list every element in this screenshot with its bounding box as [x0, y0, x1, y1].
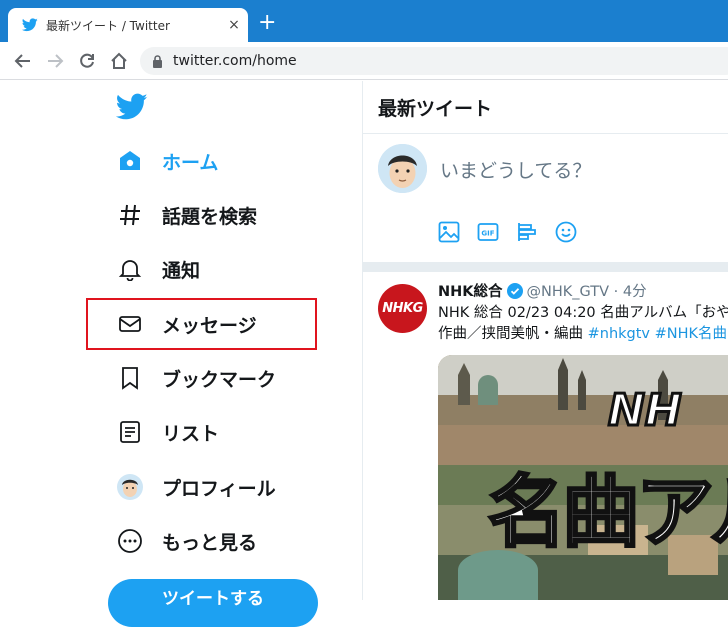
reload-button[interactable] [76, 50, 98, 72]
sidebar-item-lists[interactable]: リスト [86, 406, 316, 458]
sidebar-item-profile[interactable]: プロフィール [86, 461, 316, 513]
compose-toolbar: GIF [437, 220, 593, 244]
url-field[interactable]: twitter.com/home [140, 47, 728, 75]
verified-badge-icon [506, 283, 523, 299]
sidebar-item-label: メッセージ [162, 314, 257, 337]
sidebar-item-label: ホーム [162, 151, 219, 174]
compose-separator [363, 262, 728, 272]
media-caption-title: 名曲アル [486, 467, 728, 560]
sidebar-item-home[interactable]: ホーム [86, 135, 316, 187]
sidebar-item-label: もっと見る [162, 531, 258, 554]
envelope-icon [116, 310, 144, 338]
lock-icon [153, 54, 162, 68]
sidebar-item-notifications[interactable]: 通知 [86, 243, 316, 295]
sidebar-item-bookmarks[interactable]: ブックマーク [86, 352, 316, 404]
avatar[interactable] [378, 144, 427, 193]
back-arrow-icon [14, 54, 30, 68]
more-icon [116, 527, 144, 555]
tweet-author-handle[interactable]: @NHK_GTV [527, 284, 610, 300]
separator-dot: · [613, 284, 619, 300]
bookmark-icon [116, 364, 144, 392]
twitter-logo-icon[interactable] [116, 93, 148, 121]
address-bar: twitter.com/home [0, 42, 728, 80]
media-caption-nhk: NH [607, 384, 684, 438]
poll-icon[interactable] [515, 220, 539, 244]
forward-arrow-icon [48, 54, 64, 68]
reload-icon [80, 53, 94, 68]
gif-icon[interactable]: GIF [476, 220, 500, 244]
user-avatar-icon [378, 144, 427, 193]
avatar-icon [116, 473, 144, 501]
compose-box: いまどうしてる？ GIF [363, 134, 728, 262]
bell-icon [116, 255, 144, 283]
sidebar-item-label: リスト [162, 422, 220, 445]
browser-tab-bar: 最新ツイート / Twitter × + [0, 0, 728, 42]
twitter-page: ホーム 話題を検索 通知 メッセージ ブックマーク リスト プロフィール もっと… [0, 81, 728, 627]
forward-button[interactable] [44, 50, 66, 72]
sidebar-item-more[interactable]: もっと見る [86, 515, 316, 567]
tweet-line-1: NHK 総合 02/23 04:20 名曲アルバム「おやす [438, 305, 728, 321]
sidebar-item-label: 通知 [162, 259, 201, 282]
tweet-timestamp[interactable]: 4分 [623, 284, 647, 300]
sidebar-item-label: プロフィール [162, 477, 276, 500]
url-text: twitter.com/home [173, 53, 297, 69]
browser-home-icon [111, 52, 127, 69]
compose-input[interactable]: いまどうしてる？ [440, 156, 591, 183]
sidebar-item-explore[interactable]: 話題を検索 [86, 189, 316, 241]
browser-tab[interactable]: 最新ツイート / Twitter × [8, 8, 248, 42]
list-icon [116, 418, 144, 446]
back-button[interactable] [12, 50, 34, 72]
image-icon[interactable] [437, 220, 461, 244]
tab-title: 最新ツイート / Twitter [46, 18, 170, 33]
emoji-icon[interactable] [554, 220, 578, 244]
sidebar-item-label: ブックマーク [162, 368, 277, 391]
new-tab-button[interactable]: + [258, 12, 276, 34]
home-icon [116, 147, 144, 175]
hashtag-link[interactable]: #nhkgtv [588, 326, 650, 342]
tab-close-icon[interactable]: × [220, 17, 248, 33]
tweet-author-name[interactable]: NHK総合 [438, 284, 503, 300]
page-title: 最新ツイート [378, 97, 493, 120]
timeline-header: 最新ツイート [363, 81, 728, 134]
sidebar-item-label: 話題を検索 [162, 205, 258, 228]
home-button[interactable] [108, 50, 130, 72]
hashtag-icon [116, 201, 144, 229]
main-timeline: 最新ツイート いまどうしてる？ GIF NHKG NHK総合 @NHK_GTV ·… [363, 81, 728, 600]
tweet-line-2: 作曲／挟間美帆・編曲 #nhkgtv #NHK名曲ア [438, 324, 728, 345]
twitter-bird-icon [22, 18, 38, 32]
sidebar: ホーム 話題を検索 通知 メッセージ ブックマーク リスト プロフィール もっと… [86, 81, 362, 627]
sidebar-item-messages[interactable]: メッセージ [86, 298, 316, 350]
tweet-header: NHK総合 @NHK_GTV · 4分 [438, 280, 647, 301]
tweet-item[interactable]: NHKG NHK総合 @NHK_GTV · 4分 NHK 総合 02/23 04:… [363, 272, 728, 600]
tweet-line-2-text: 作曲／挟間美帆・編曲 [438, 326, 588, 342]
svg-text:GIF: GIF [481, 230, 494, 238]
nhk-avatar[interactable]: NHKG [378, 284, 427, 333]
tweet-media-image[interactable]: NH 名曲アル [438, 355, 728, 600]
tweet-body: NHK 総合 02/23 04:20 名曲アルバム「おやす 作曲／挟間美帆・編曲… [438, 303, 728, 345]
hashtag-link[interactable]: #NHK名曲ア [655, 326, 728, 342]
tweet-button[interactable]: ツイートする [108, 579, 318, 627]
